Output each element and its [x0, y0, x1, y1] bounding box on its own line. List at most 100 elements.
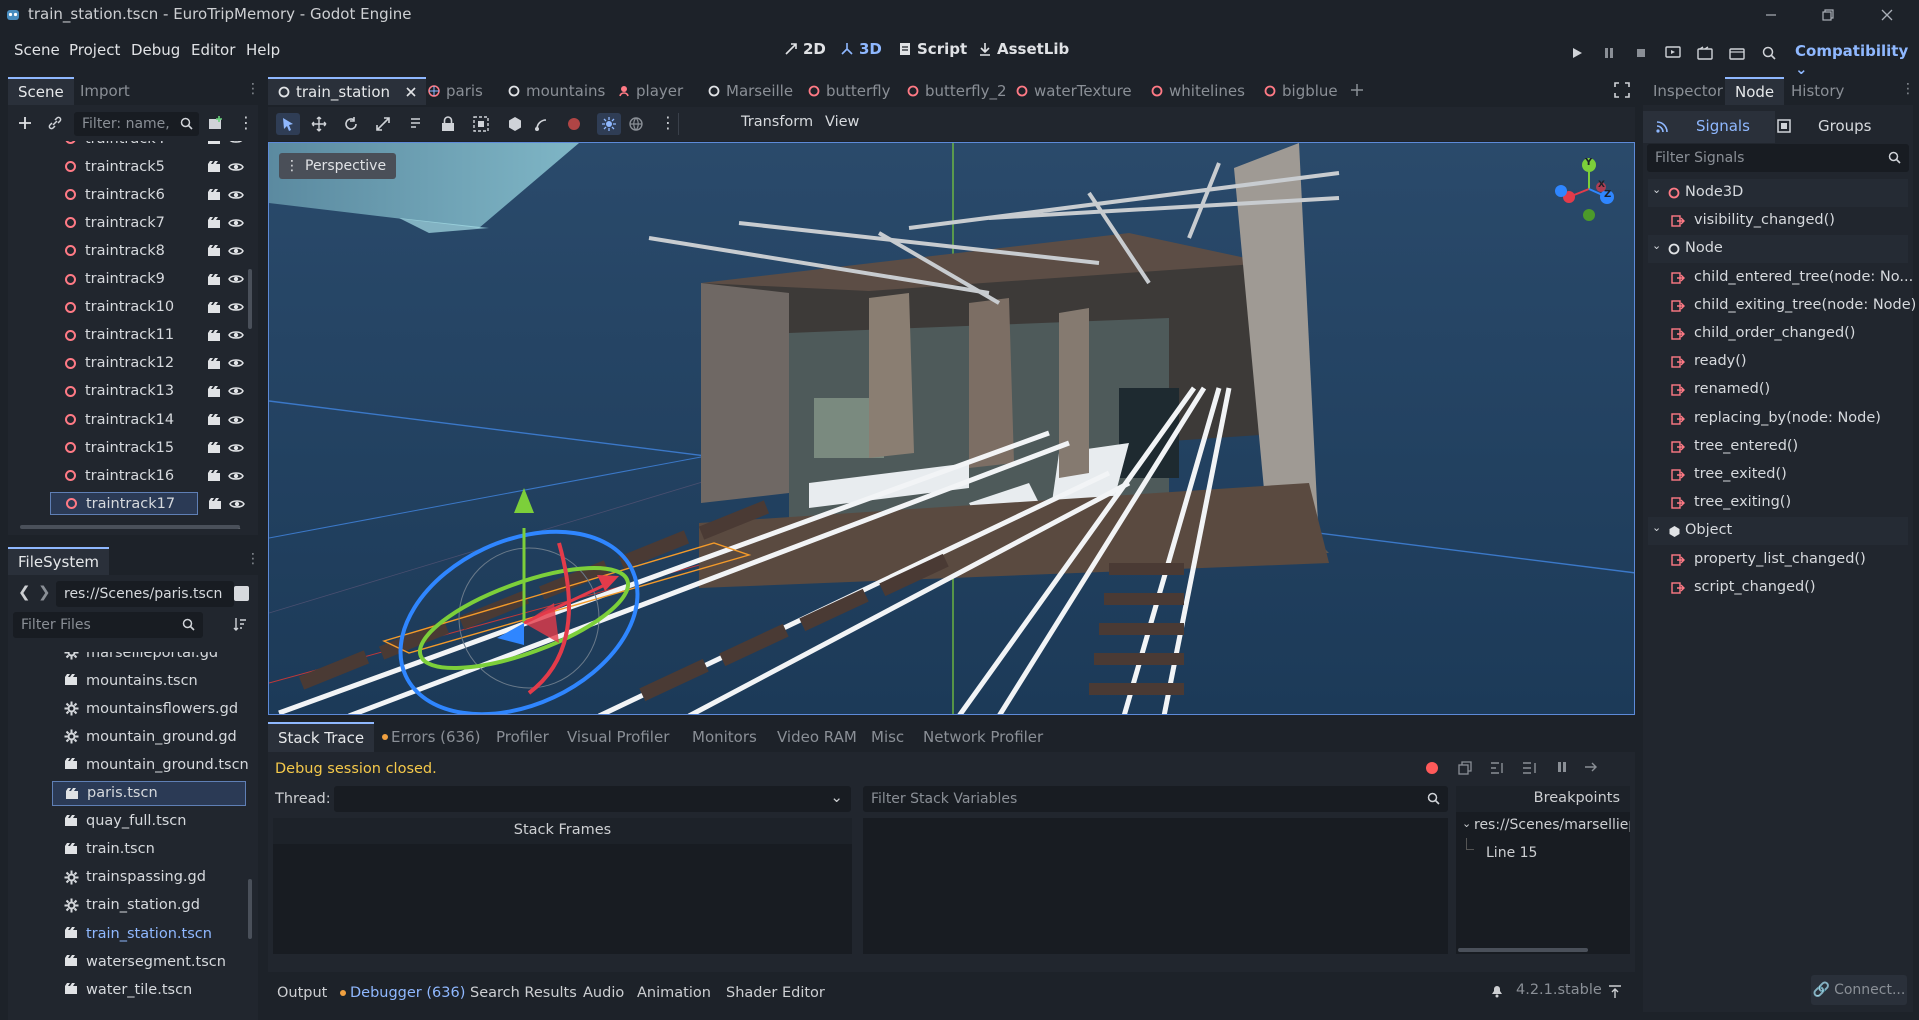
signal-item[interactable]: replacing_by(node: Node): [1648, 405, 1908, 433]
scene-node-row[interactable]: traintrack4: [8, 141, 242, 150]
stack-variables-filter[interactable]: Filter Stack Variables: [863, 786, 1448, 812]
visibility-eye-icon[interactable]: [228, 189, 244, 201]
scene-tree-scrollbar[interactable]: [248, 269, 252, 329]
scene-tree-hscrollbar[interactable]: [20, 525, 240, 529]
close-icon[interactable]: [1876, 4, 1898, 26]
breakpoints-scrollbar[interactable]: [1458, 948, 1588, 952]
menu-project[interactable]: Project: [69, 41, 120, 59]
file-row[interactable]: mountainsflowers.gd: [8, 696, 248, 721]
visibility-eye-icon[interactable]: [228, 470, 244, 482]
minimize-icon[interactable]: [1760, 4, 1782, 26]
tab-history[interactable]: History: [1781, 77, 1854, 105]
breakpoint-file[interactable]: res://Scenes/marselliepo: [1474, 817, 1630, 833]
bottom-panel-tab[interactable]: Output: [277, 985, 327, 1001]
menu-editor[interactable]: Editor: [191, 41, 235, 59]
restore-icon[interactable]: [1817, 4, 1839, 26]
scene-node-row[interactable]: traintrack11: [8, 324, 244, 347]
menu-scene[interactable]: Scene: [14, 41, 60, 59]
scale-tool-icon[interactable]: [375, 116, 391, 132]
menu-debug[interactable]: Debug: [131, 41, 180, 59]
scene-tab[interactable]: bigblue: [1254, 77, 1348, 105]
sort-icon[interactable]: [233, 617, 247, 631]
distraction-free-icon[interactable]: [1614, 82, 1630, 98]
add-tab-icon[interactable]: [1350, 83, 1364, 97]
version-label[interactable]: 4.2.1.stable: [1516, 982, 1602, 998]
list-select-icon[interactable]: [409, 116, 425, 132]
open-scene-icon[interactable]: [207, 357, 221, 370]
stack-variables-inspector[interactable]: [863, 818, 1448, 954]
step-over-icon[interactable]: [1522, 761, 1538, 775]
file-row[interactable]: marsellieportal.gd: [8, 652, 248, 665]
workspace-script-button[interactable]: Script: [898, 40, 967, 58]
signal-item[interactable]: property_list_changed(): [1648, 546, 1908, 574]
workspace-3d-button[interactable]: 3D: [840, 40, 882, 58]
signal-item[interactable]: tree_exiting(): [1648, 489, 1908, 517]
signals-tab[interactable]: Signals: [1643, 111, 1775, 143]
record-icon[interactable]: [1425, 761, 1439, 775]
scene-node-row[interactable]: traintrack7: [8, 211, 244, 234]
break-icon[interactable]: [1556, 761, 1568, 773]
scene-node-row[interactable]: traintrack16: [8, 464, 244, 487]
open-scene-icon[interactable]: [207, 216, 221, 229]
debugger-tab[interactable]: Network Profiler: [913, 722, 1053, 752]
group-icon[interactable]: [473, 116, 489, 132]
signal-item[interactable]: visibility_changed(): [1648, 207, 1908, 235]
renderer-select[interactable]: Compatibility ⌄: [1795, 42, 1919, 78]
signal-item[interactable]: child_entered_tree(node: No...: [1648, 264, 1913, 292]
link-icon[interactable]: [47, 115, 63, 131]
signal-item[interactable]: tree_exited(): [1648, 461, 1908, 489]
visibility-eye-icon[interactable]: [228, 414, 244, 426]
rotate-tool-icon[interactable]: [343, 116, 359, 132]
play-custom-scene-icon[interactable]: [1694, 42, 1716, 64]
workspace-assetlib-button[interactable]: AssetLib: [978, 40, 1069, 58]
file-row[interactable]: water_tile.tscn: [8, 977, 248, 1002]
menu-help[interactable]: Help: [246, 41, 280, 59]
file-row[interactable]: mountain_ground.tscn: [8, 752, 249, 777]
scene-tab[interactable]: paris: [418, 77, 493, 105]
scene-node-row[interactable]: traintrack12: [8, 352, 244, 375]
tab-filesystem[interactable]: FileSystem: [8, 547, 110, 575]
open-scene-icon[interactable]: [207, 273, 221, 286]
continue-icon[interactable]: [1584, 761, 1600, 773]
signal-section-header[interactable]: ⌄ Object: [1648, 517, 1908, 546]
open-scene-icon[interactable]: [207, 329, 221, 342]
mesh-icon[interactable]: [507, 116, 523, 132]
file-row[interactable]: mountain_ground.gd: [8, 724, 248, 749]
stack-frames-tree[interactable]: Stack Frames: [273, 818, 852, 954]
open-scene-icon[interactable]: [207, 301, 221, 314]
scene-node-row[interactable]: traintrack15: [8, 436, 244, 459]
scene-tab[interactable]: Marseille: [698, 77, 803, 105]
perspective-menu-button[interactable]: ⋮ Perspective: [279, 153, 397, 179]
file-row[interactable]: watersegment.tscn: [8, 949, 248, 974]
instance-scene-icon[interactable]: [208, 115, 224, 131]
scene-node-row[interactable]: traintrack9: [8, 268, 244, 291]
tab-inspector[interactable]: Inspector: [1643, 77, 1733, 105]
debugger-tab[interactable]: Misc: [861, 722, 914, 752]
scene-tab[interactable]: player: [608, 77, 693, 105]
bottom-panel-tab[interactable]: Audio: [583, 985, 624, 1001]
open-scene-icon[interactable]: [207, 441, 221, 454]
play-scene-icon[interactable]: [1662, 42, 1684, 64]
open-scene-icon[interactable]: [208, 497, 222, 510]
open-scene-icon[interactable]: [207, 385, 221, 398]
move-tool-icon[interactable]: [311, 116, 327, 132]
signal-item[interactable]: renamed(): [1648, 376, 1908, 404]
more-options-icon[interactable]: ⋮: [660, 113, 676, 132]
scene-tab[interactable]: mountains: [498, 77, 615, 105]
signal-item[interactable]: ready(): [1648, 348, 1908, 376]
signal-section-header[interactable]: ⌄ Node3D: [1648, 179, 1908, 207]
workspace-2d-button[interactable]: 2D: [784, 40, 826, 58]
thread-select[interactable]: ⌄: [334, 786, 851, 812]
open-scene-icon[interactable]: [207, 469, 221, 482]
file-filter-input[interactable]: Filter Files: [13, 612, 203, 638]
copy-icon[interactable]: [1458, 761, 1472, 775]
lock-icon[interactable]: [441, 116, 455, 132]
debugger-tab[interactable]: Errors (636): [372, 722, 490, 752]
scene-node-row[interactable]: traintrack8: [8, 239, 244, 262]
debug-icon[interactable]: [566, 116, 582, 132]
visibility-eye-icon[interactable]: [228, 357, 244, 369]
file-list-scrollbar[interactable]: [248, 879, 252, 939]
open-scene-icon[interactable]: [207, 413, 221, 426]
breakpoint-line[interactable]: Line 15: [1486, 845, 1537, 861]
tab-scene[interactable]: Scene: [8, 77, 74, 105]
